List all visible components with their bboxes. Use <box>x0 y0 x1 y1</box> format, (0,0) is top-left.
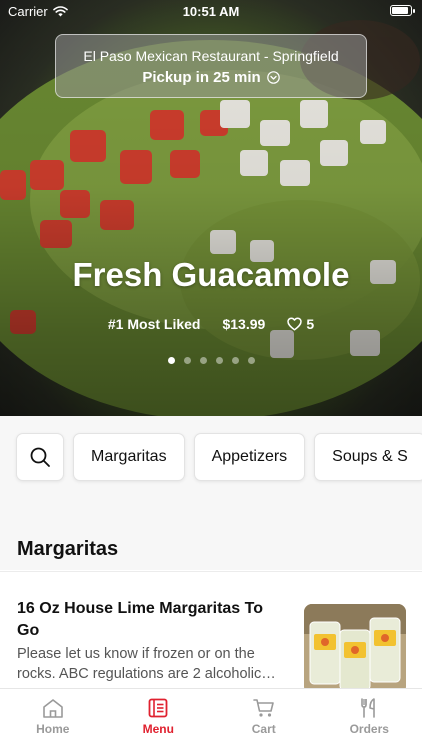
orders-icon <box>361 698 376 718</box>
tab-cart-label: Cart <box>251 722 276 736</box>
tab-home-label: Home <box>36 722 70 736</box>
pickup-selector[interactable]: El Paso Mexican Restaurant - Springfield… <box>55 34 367 98</box>
pickup-time-row: Pickup in 25 min <box>56 69 366 86</box>
featured-item-title: Fresh Guacamole <box>72 256 350 293</box>
category-chip[interactable]: Margaritas <box>73 433 185 481</box>
carousel-dot[interactable] <box>215 357 223 364</box>
menu-item-name: 16 Oz House Lime Margaritas To Go <box>17 600 263 639</box>
chevron-down-circle-icon <box>266 71 280 84</box>
category-bar: Margaritas Appetizers Soups & S <box>0 416 422 500</box>
battery-icon <box>390 5 415 16</box>
section-header: Margaritas <box>0 500 422 570</box>
featured-item-meta: #1 Most Liked $13.99 5 <box>0 316 422 332</box>
category-chip[interactable]: Appetizers <box>193 433 306 481</box>
menu-item-card[interactable]: 16 Oz House Lime Margaritas To Go Please… <box>0 571 422 694</box>
menu-search-button[interactable] <box>16 433 64 481</box>
carousel-dot[interactable] <box>247 357 255 364</box>
menu-icon <box>148 698 168 718</box>
status-bar: Carrier 10:51 AM <box>0 0 422 22</box>
category-chip[interactable]: Soups & S <box>314 433 422 481</box>
cart-icon <box>252 699 274 717</box>
tab-menu[interactable]: Menu <box>106 689 212 750</box>
likes-count: 5 <box>306 316 315 332</box>
restaurant-name: El Paso Mexican Restaurant - Springfield <box>83 48 339 64</box>
featured-badge: #1 Most Liked <box>107 316 201 332</box>
menu-item-image <box>304 604 406 694</box>
featured-likes[interactable]: 5 <box>287 316 314 332</box>
featured-price: $13.99 <box>222 316 266 332</box>
tab-home[interactable]: Home <box>0 689 106 750</box>
carousel-dot[interactable] <box>199 357 207 364</box>
heart-icon <box>287 317 303 331</box>
pickup-time-label: Pickup in 25 min <box>142 69 261 86</box>
carousel-dot[interactable] <box>183 357 191 364</box>
search-icon <box>30 447 50 467</box>
bottom-tab-bar: Home Menu Cart Orders <box>0 688 422 750</box>
tab-menu-label: Menu <box>142 722 174 736</box>
carousel-dot[interactable] <box>167 357 175 364</box>
category-scroll[interactable]: Margaritas Appetizers Soups & S <box>16 433 422 481</box>
hero-banner[interactable]: Carrier 10:51 AM El Paso Mexican Restaur… <box>0 0 422 416</box>
carousel-dots[interactable] <box>0 357 422 364</box>
carousel-dot[interactable] <box>231 357 239 364</box>
menu-item-description: Please let us know if frozen or on the r… <box>17 646 276 682</box>
tab-orders[interactable]: Orders <box>317 689 422 750</box>
section-title: Margaritas <box>17 538 119 560</box>
home-icon <box>42 699 63 718</box>
tab-cart[interactable]: Cart <box>211 689 317 750</box>
status-time: 10:51 AM <box>182 4 240 19</box>
tab-orders-label: Orders <box>349 722 389 736</box>
